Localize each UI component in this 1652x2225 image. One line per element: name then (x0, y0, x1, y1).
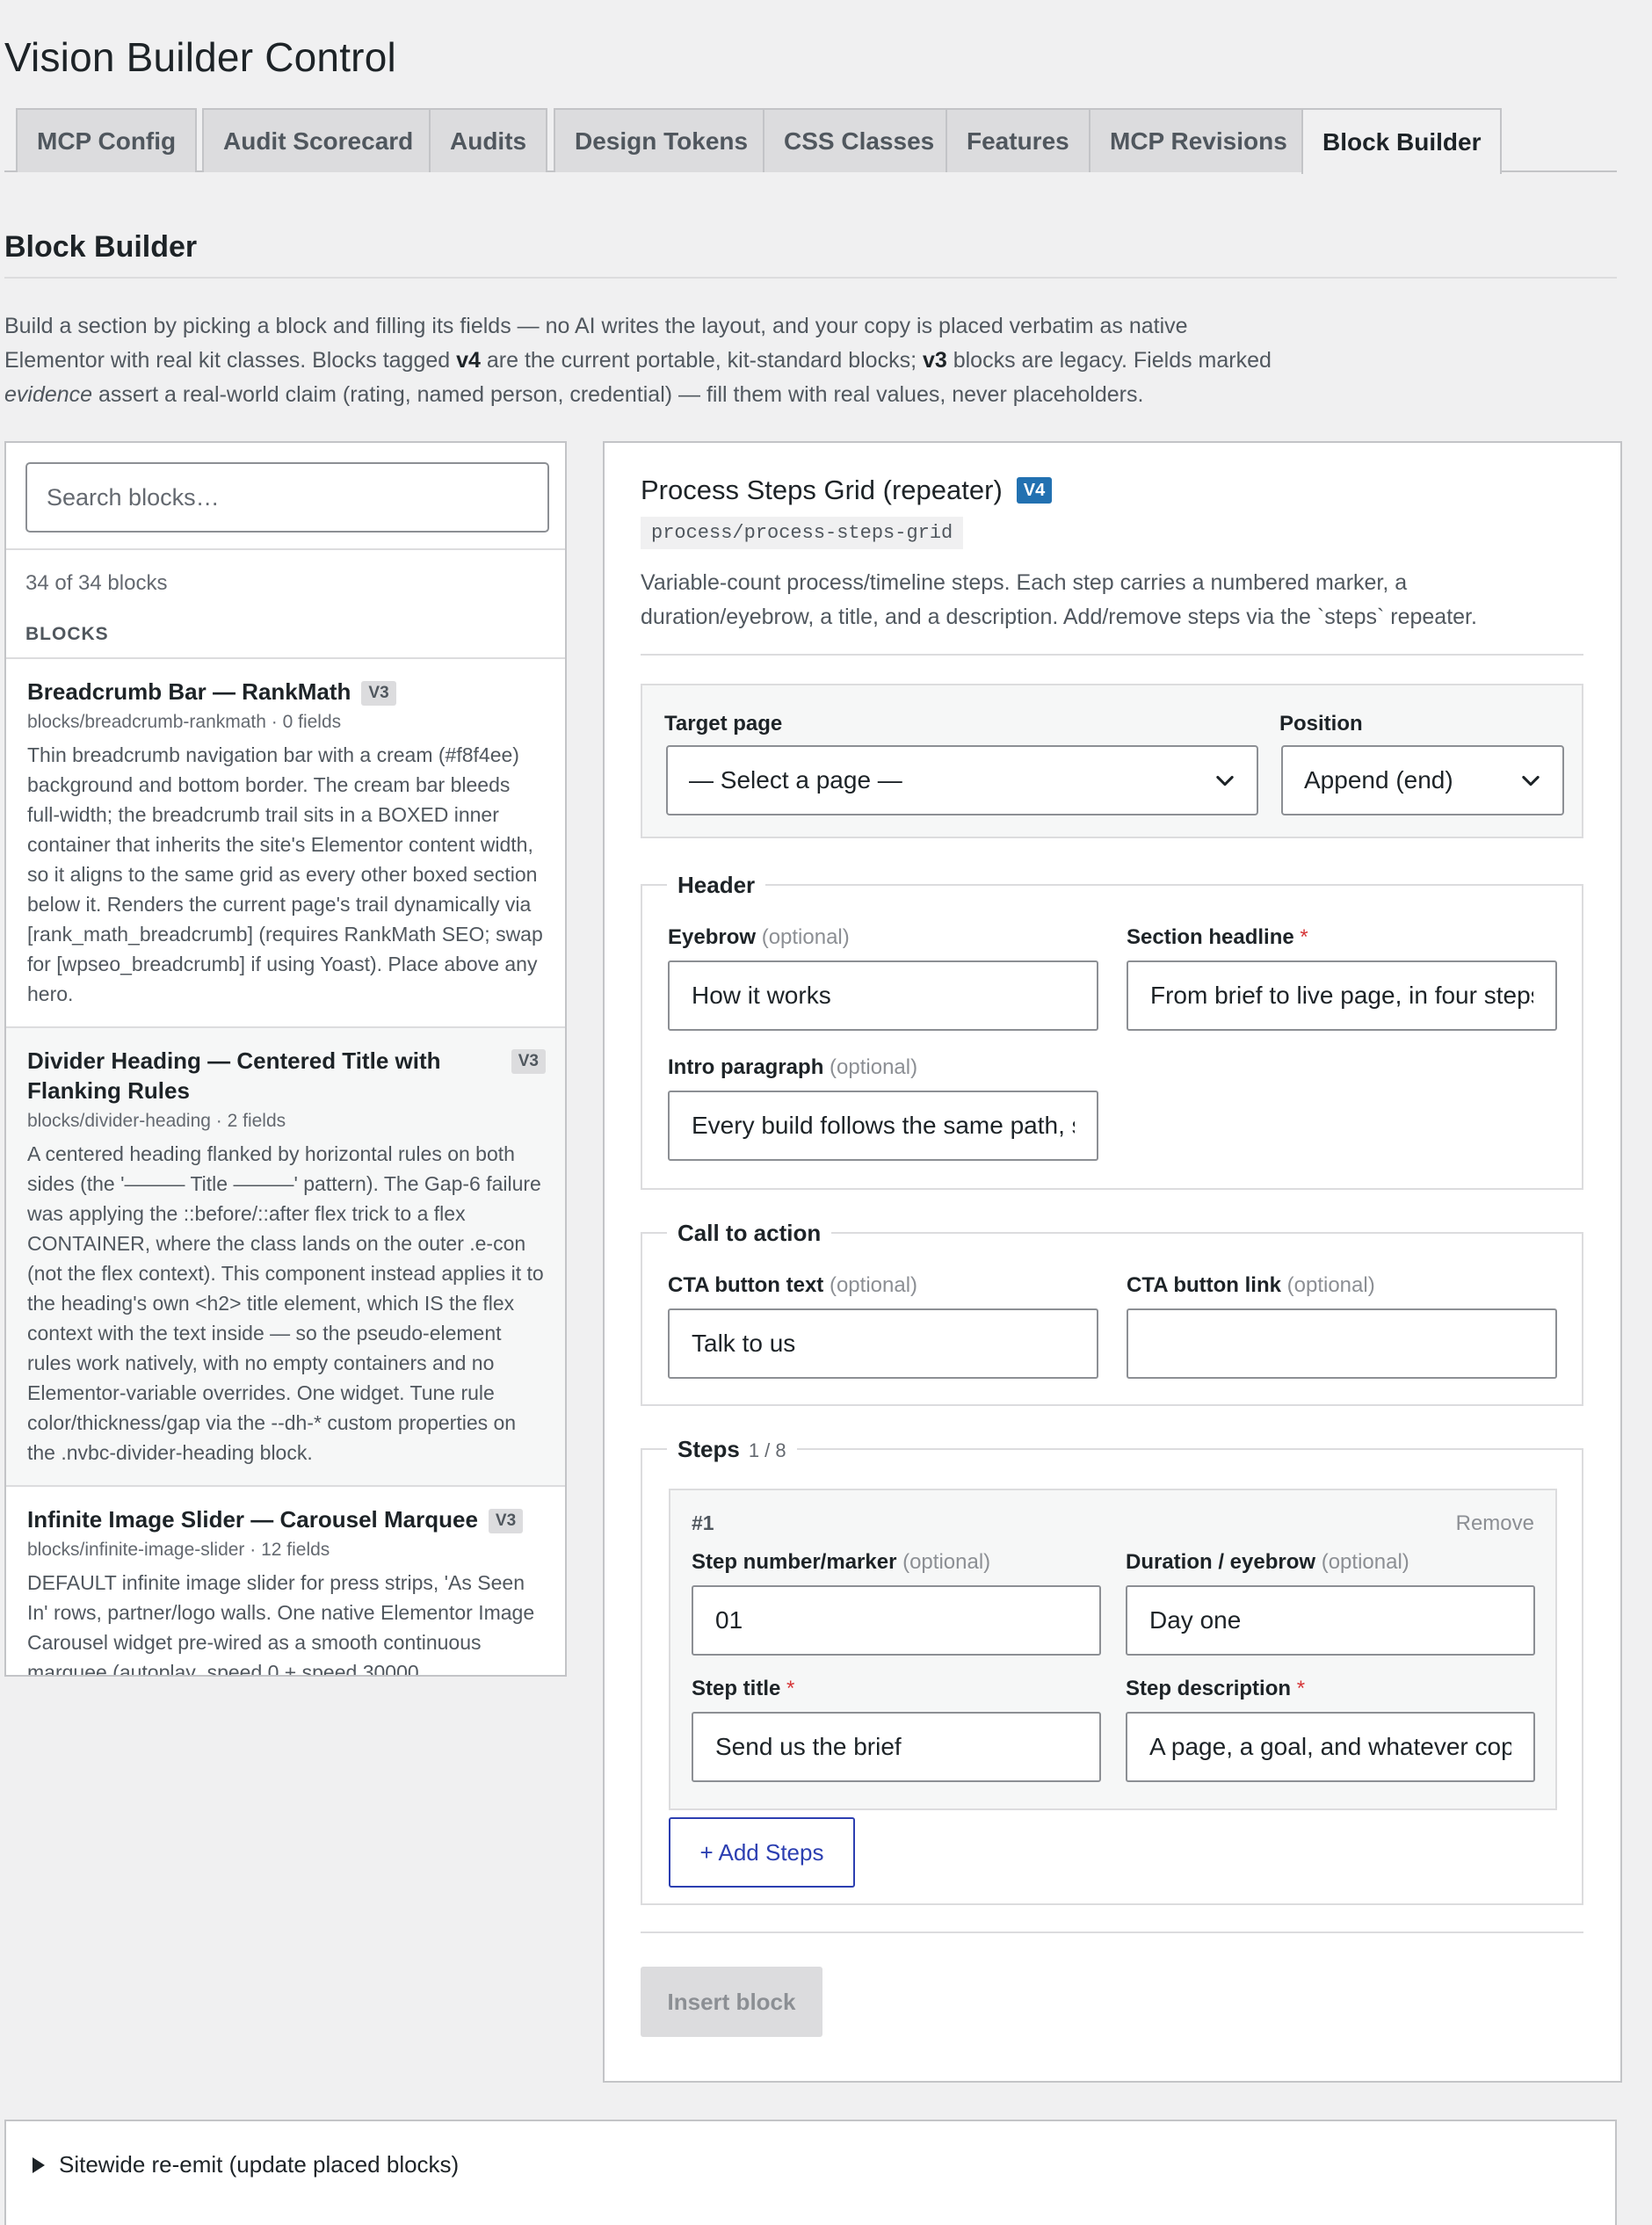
step-number-input[interactable] (692, 1585, 1101, 1656)
cta-link-input[interactable] (1127, 1308, 1557, 1379)
tab-audits[interactable]: Audits (429, 108, 548, 172)
target-page-select[interactable]: — Select a page — (666, 745, 1258, 815)
block-name: Breadcrumb Bar — RankMath V3 (27, 677, 546, 707)
chevron-down-icon (1522, 775, 1540, 786)
remove-step-button[interactable]: Remove (1456, 1511, 1534, 1536)
version-badge: V3 (511, 1049, 546, 1074)
eyebrow-input[interactable] (668, 960, 1098, 1031)
version-badge: V3 (361, 681, 396, 707)
step-index: #1 (692, 1511, 714, 1534)
version-badge: V3 (488, 1509, 524, 1534)
step-description-field: Step description * (1126, 1677, 1535, 1782)
placement-box: Target page — Select a page — Position A… (641, 684, 1583, 838)
divider (641, 654, 1583, 656)
cta-text-input[interactable] (668, 1308, 1098, 1379)
block-description: Variable-count process/timeline steps. E… (641, 570, 1477, 629)
cta-link-field: CTA button link (optional) (1127, 1273, 1557, 1379)
block-description: Thin breadcrumb navigation bar with a cr… (27, 743, 543, 1005)
step-item: #1 Remove Step number/marker (optional) … (669, 1489, 1557, 1810)
position-value: Append (end) (1304, 766, 1453, 794)
steps-fieldset: Steps 1 / 8 #1 Remove Step number/marker … (641, 1435, 1583, 1905)
section-headline-field: Section headline * (1127, 925, 1557, 1031)
step-duration-input[interactable] (1126, 1585, 1535, 1656)
block-slug: process/process-steps-grid (641, 517, 964, 549)
eyebrow-field: Eyebrow (optional) (668, 925, 1098, 1031)
cta-text-field: CTA button text (optional) (668, 1273, 1098, 1379)
section-headline-label: Section headline * (1127, 925, 1308, 949)
block-list: Breadcrumb Bar — RankMath V3 blocks/bread… (6, 657, 565, 1677)
step-description-input[interactable] (1126, 1712, 1535, 1782)
block-item-breadcrumb-rankmath[interactable]: Breadcrumb Bar — RankMath V3 blocks/bread… (6, 659, 565, 1028)
block-name: Divider Heading — Centered Title with Fl… (27, 1047, 441, 1104)
block-meta: blocks/breadcrumb-rankmath · 0 fields (27, 712, 342, 732)
tab-mcp-revisions[interactable]: MCP Revisions (1089, 108, 1308, 172)
block-meta: blocks/divider-heading · 2 fields (27, 1111, 286, 1131)
block-count: 34 of 34 blocks (25, 571, 168, 595)
step-duration-field: Duration / eyebrow (optional) (1126, 1550, 1535, 1656)
step-number-field: Step number/marker (optional) (692, 1550, 1101, 1656)
block-description: DEFAULT infinite image slider for press … (27, 1571, 535, 1677)
position-label: Position (1279, 712, 1363, 736)
block-name: Infinite Image Slider — Carousel Marquee… (27, 1504, 546, 1534)
intro-paragraph-label: Intro paragraph (optional) (668, 1055, 918, 1079)
sitewide-reemit-section: Sitewide re-emit (update placed blocks) (4, 2120, 1617, 2225)
chevron-down-icon (1216, 775, 1234, 786)
intro-text: Build a section by picking a block and f… (4, 314, 1272, 407)
blocks-heading: BLOCKS (25, 624, 109, 644)
section-title: Block Builder (4, 230, 198, 264)
target-page-value: — Select a page — (689, 766, 902, 794)
cta-legend: Call to action (667, 1219, 832, 1247)
header-legend: Header (667, 871, 766, 899)
tab-design-tokens[interactable]: Design Tokens (554, 108, 770, 172)
section-divider (4, 277, 1617, 279)
step-title-field: Step title * (692, 1677, 1101, 1782)
header-fieldset: Header Eyebrow (optional) Section headli… (641, 871, 1583, 1190)
sitewide-reemit-toggle[interactable]: Sitewide re-emit (update placed blocks) (33, 2151, 459, 2178)
insert-block-button[interactable]: Insert block (641, 1967, 822, 2037)
step-number-label: Step number/marker (optional) (692, 1550, 991, 1574)
add-step-button[interactable]: + Add Steps (669, 1817, 855, 1888)
section-headline-input[interactable] (1127, 960, 1557, 1031)
block-title: Process Steps Grid (repeater) V4 (641, 475, 1053, 506)
block-item-infinite-image-slider[interactable]: Infinite Image Slider — Carousel Marquee… (6, 1487, 565, 1677)
page-title: Vision Builder Control (4, 34, 396, 80)
block-library-panel: 34 of 34 blocks BLOCKS Breadcrumb Bar — … (4, 441, 567, 1677)
block-item-divider-heading[interactable]: Divider Heading — Centered Title with Fl… (6, 1028, 565, 1487)
sitewide-reemit-label: Sitewide re-emit (update placed blocks) (59, 2151, 460, 2178)
step-title-label: Step title * (692, 1677, 795, 1700)
target-page-label: Target page (664, 712, 783, 736)
tab-features[interactable]: Features (946, 108, 1090, 172)
tab-block-builder[interactable]: Block Builder (1301, 108, 1503, 174)
step-description-label: Step description * (1126, 1677, 1306, 1700)
tab-audit-scorecard[interactable]: Audit Scorecard (202, 108, 435, 172)
steps-legend: Steps 1 / 8 (667, 1435, 797, 1465)
cta-fieldset: Call to action CTA button text (optional… (641, 1219, 1583, 1406)
search-input[interactable] (25, 462, 549, 533)
block-editor-panel: Process Steps Grid (repeater) V4 process/… (603, 441, 1622, 2083)
intro-paragraph-input[interactable] (668, 1091, 1098, 1161)
intro-paragraph-field: Intro paragraph (optional) (668, 1055, 1098, 1161)
version-badge: V4 (1016, 477, 1053, 504)
tab-bar: MCP Config Audit Scorecard Audits Design… (4, 108, 1617, 174)
block-description: A centered heading flanked by horizontal… (27, 1142, 544, 1464)
steps-count: 1 / 8 (748, 1439, 786, 1461)
cta-link-label: CTA button link (optional) (1127, 1273, 1375, 1297)
cta-text-label: CTA button text (optional) (668, 1273, 918, 1297)
disclosure-triangle-icon (33, 2156, 45, 2173)
tab-css-classes[interactable]: CSS Classes (763, 108, 956, 172)
block-meta: blocks/infinite-image-slider · 12 fields (27, 1540, 330, 1560)
search-area (6, 443, 565, 550)
step-duration-label: Duration / eyebrow (optional) (1126, 1550, 1409, 1574)
divider (641, 1931, 1583, 1933)
position-select[interactable]: Append (end) (1281, 745, 1564, 815)
step-title-input[interactable] (692, 1712, 1101, 1782)
eyebrow-label: Eyebrow (optional) (668, 925, 850, 949)
tab-mcp-config[interactable]: MCP Config (16, 108, 198, 172)
